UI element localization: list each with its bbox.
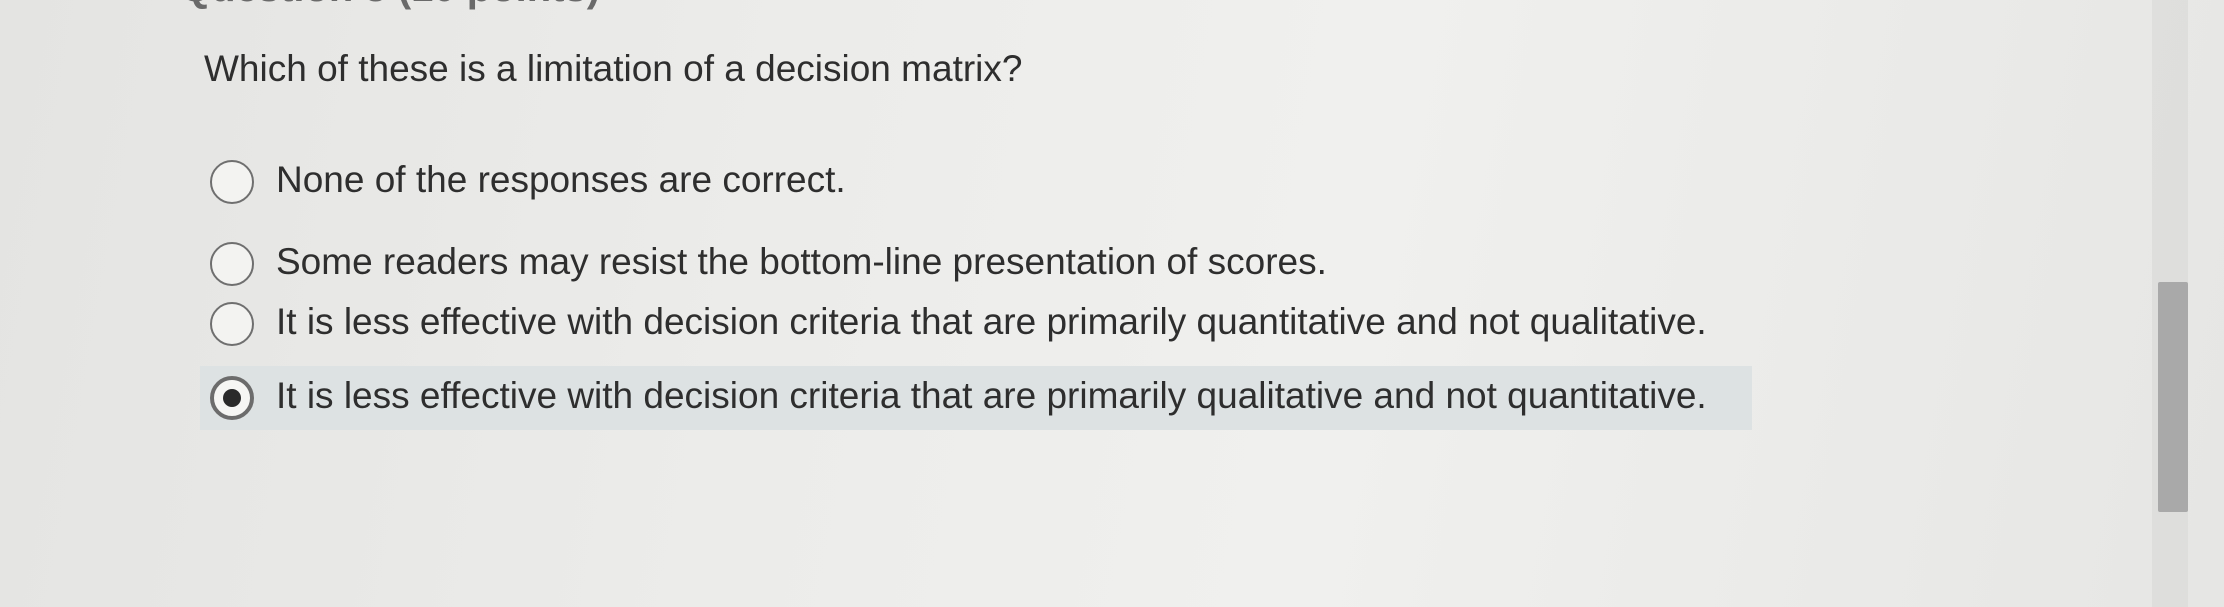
answer-option-2[interactable]: Some readers may resist the bottom-line … xyxy=(200,232,1752,292)
radio-button-unchecked-icon[interactable] xyxy=(210,302,254,346)
answer-option-label: It is less effective with decision crite… xyxy=(276,375,1707,416)
answer-option-label: Some readers may resist the bottom-line … xyxy=(276,241,1327,282)
answer-option-label: None of the responses are correct. xyxy=(276,159,846,200)
answer-option-1[interactable]: None of the responses are correct. xyxy=(200,150,1752,210)
question-text: Which of these is a limitation of a deci… xyxy=(204,48,1023,89)
radio-dot-icon xyxy=(223,389,241,407)
scrollbar-thumb[interactable] xyxy=(2158,282,2188,512)
radio-button-unchecked-icon[interactable] xyxy=(210,242,254,286)
radio-button-checked-icon[interactable] xyxy=(210,376,254,420)
answer-option-label: It is less effective with decision crite… xyxy=(276,301,1707,342)
question-header-cut-off: Question 3 (10 points) xyxy=(180,0,600,11)
answer-option-4-selected[interactable]: It is less effective with decision crite… xyxy=(200,366,1752,430)
radio-button-unchecked-icon[interactable] xyxy=(210,160,254,204)
answer-option-3[interactable]: It is less effective with decision crite… xyxy=(200,292,1752,352)
quiz-page: Question 3 (10 points) Which of these is… xyxy=(0,0,2224,607)
answer-options: None of the responses are correct. Some … xyxy=(200,150,1752,430)
